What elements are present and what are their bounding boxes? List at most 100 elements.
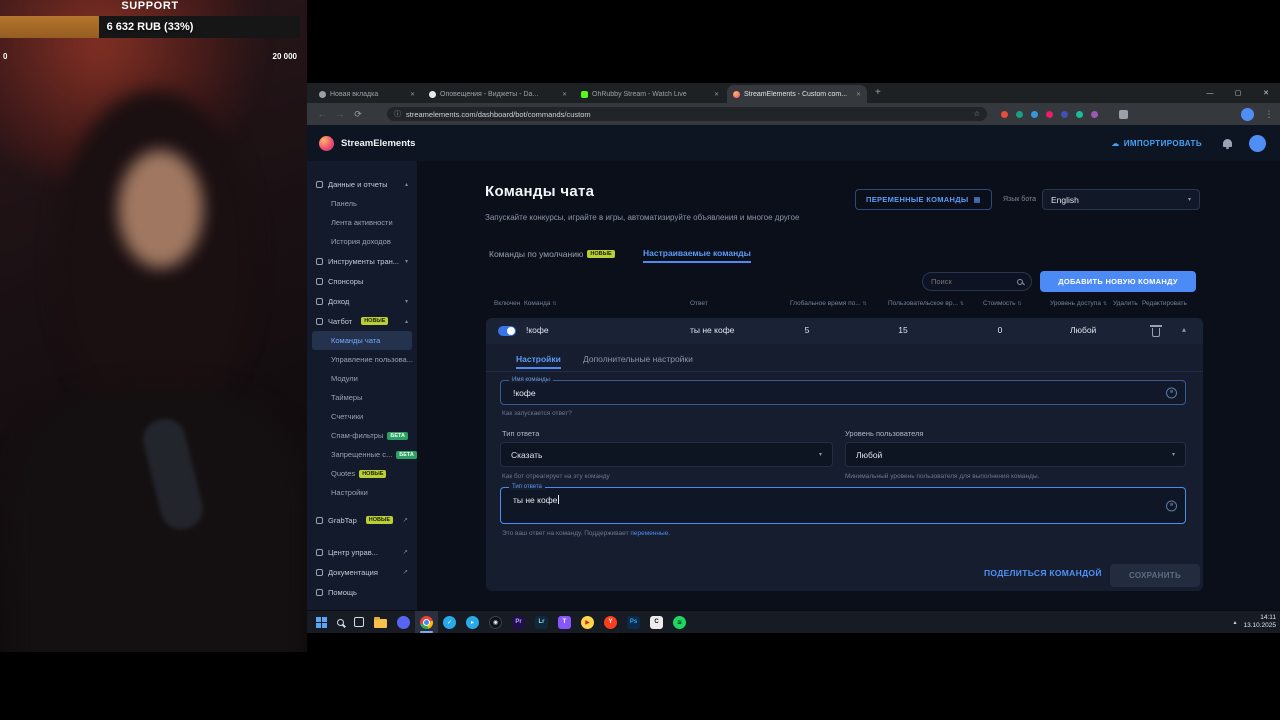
- extension-icon[interactable]: [1031, 110, 1038, 118]
- sidebar-item-sponsors[interactable]: Спонсоры: [307, 271, 417, 291]
- music-button[interactable]: ▶: [576, 611, 599, 633]
- start-button[interactable]: [311, 611, 332, 633]
- task-view-button[interactable]: [349, 611, 369, 633]
- file-explorer-button[interactable]: [369, 611, 392, 633]
- command-row[interactable]: !кофе ты не кофе 5 15 0 Любой ▴: [486, 318, 1203, 344]
- sidebar-item-banned-words[interactable]: Запрещенные с... БЕТА: [307, 445, 417, 464]
- column-header-access-level[interactable]: Уровень доступа ⇅: [1050, 300, 1107, 307]
- capcut-button[interactable]: C: [645, 611, 668, 633]
- sidebar-item-revenue-history[interactable]: История доходов: [307, 232, 417, 251]
- tab-close-icon[interactable]: ✕: [410, 91, 415, 98]
- sidebar-item-counters[interactable]: Счетчики: [307, 407, 417, 426]
- browser-profile-avatar[interactable]: [1241, 107, 1254, 121]
- new-tab-button[interactable]: +: [875, 86, 881, 100]
- search-input[interactable]: [931, 277, 1013, 286]
- editor-tab-settings[interactable]: Настройки: [516, 354, 561, 369]
- spotify-button[interactable]: ≋: [668, 611, 691, 633]
- messenger-button[interactable]: ✓: [438, 611, 461, 633]
- sidebar-item-stream-tools[interactable]: Инструменты тран... ▾: [307, 251, 417, 271]
- extension-icon[interactable]: [1016, 110, 1023, 118]
- window-minimize-button[interactable]: —: [1196, 83, 1224, 103]
- tab-default-commands[interactable]: Команды по умолчанию НОВЫЕ: [489, 245, 615, 263]
- address-bar[interactable]: ⓘ streamelements.com/dashboard/bot/comma…: [387, 107, 987, 121]
- reply-type-select[interactable]: Сказать ▾: [500, 442, 833, 467]
- tab-close-icon[interactable]: ✕: [562, 91, 567, 98]
- variables-link[interactable]: переменные.: [630, 530, 670, 537]
- sidebar-item-help[interactable]: Помощь: [307, 582, 417, 602]
- bookmark-star-icon[interactable]: ☆: [974, 110, 980, 118]
- obs-button[interactable]: ◉: [484, 611, 507, 633]
- twitch-button[interactable]: T: [553, 611, 576, 633]
- taskbar-clock[interactable]: 14:11 13.10.2025: [1243, 614, 1276, 630]
- sidebar-item-settings[interactable]: Настройки: [307, 483, 417, 502]
- back-icon[interactable]: ←: [313, 109, 331, 119]
- window-close-button[interactable]: ✕: [1252, 83, 1280, 103]
- browser-menu-icon[interactable]: ⋮: [1260, 109, 1278, 120]
- tab-close-icon[interactable]: ✕: [714, 91, 719, 98]
- discord-button[interactable]: [392, 611, 415, 633]
- reload-icon[interactable]: ⟳: [349, 109, 367, 120]
- command-response-field[interactable]: Тип ответа ты не кофе ≡: [500, 484, 1186, 524]
- photoshop-button[interactable]: Ps: [622, 611, 645, 633]
- sidebar-item-grabtap[interactable]: GrabTap НОВЫЕ ↗: [307, 510, 417, 530]
- insert-variable-icon[interactable]: ≡: [1166, 500, 1177, 511]
- site-info-icon[interactable]: ⓘ: [394, 109, 401, 119]
- window-maximize-button[interactable]: ▢: [1224, 83, 1252, 103]
- extension-icon[interactable]: [1076, 110, 1083, 118]
- bot-language-select[interactable]: English ▾: [1042, 189, 1200, 210]
- sidebar-item-spam-filters[interactable]: Спам-фильтры БЕТА: [307, 426, 417, 445]
- lightroom-button[interactable]: Lr: [530, 611, 553, 633]
- browser-tab-newtab[interactable]: Новая вкладка ✕: [313, 85, 421, 103]
- sidebar-item-docs[interactable]: Документация ↗: [307, 562, 417, 582]
- extension-icon[interactable]: [1001, 110, 1008, 118]
- import-button[interactable]: ☁ ИМПОРТИРОВАТЬ: [1111, 139, 1202, 148]
- extension-icon[interactable]: [1061, 110, 1068, 118]
- sidebar-item-revenue[interactable]: Доход ▾: [307, 291, 417, 311]
- share-command-button[interactable]: ПОДЕЛИТЬСЯ КОМАНДОЙ: [984, 568, 1102, 578]
- collapse-row-icon[interactable]: ▴: [1182, 325, 1186, 334]
- sidebar-label: Quotes: [331, 469, 356, 478]
- browser-tab-alerts[interactable]: Оповещения - Виджеты - Da... ✕: [423, 85, 573, 103]
- add-command-button[interactable]: ДОБАВИТЬ НОВУЮ КОМАНДУ: [1040, 271, 1196, 292]
- sidebar-item-chat-commands[interactable]: Команды чата: [312, 331, 412, 350]
- telegram-button[interactable]: ▸: [461, 611, 484, 633]
- sidebar-item-data-reports[interactable]: Данные и отчеты ▴: [307, 174, 417, 194]
- commands-search[interactable]: [922, 272, 1032, 291]
- extension-icon[interactable]: [1091, 110, 1098, 118]
- taskbar-search-button[interactable]: [332, 611, 349, 633]
- command-name-field[interactable]: Имя команды !кофе ≡: [500, 377, 1186, 405]
- sidebar-item-modules[interactable]: Модули: [307, 369, 417, 388]
- column-header-cost[interactable]: Стоимость ⇅: [983, 300, 1022, 307]
- forward-icon[interactable]: →: [331, 109, 349, 119]
- sidebar-item-user-management[interactable]: Управление пользова...: [307, 350, 417, 369]
- browser-tab-streamelements[interactable]: StreamElements - Custom com... ✕: [727, 85, 867, 103]
- tab-close-icon[interactable]: ✕: [856, 91, 861, 98]
- sidebar-item-control-center[interactable]: Центр управ... ↗: [307, 542, 417, 562]
- sidebar-item-panel[interactable]: Панель: [307, 194, 417, 213]
- extensions-menu-icon[interactable]: [1119, 109, 1128, 119]
- notifications-bell-icon[interactable]: [1223, 139, 1232, 149]
- chrome-button[interactable]: [415, 611, 438, 633]
- variables-commands-button[interactable]: ПЕРЕМЕННЫЕ КОМАНДЫ ▦: [855, 189, 992, 210]
- premiere-button[interactable]: Pr: [507, 611, 530, 633]
- hidden-icons-chevron[interactable]: ▴: [1233, 619, 1236, 626]
- sidebar-item-timers[interactable]: Таймеры: [307, 388, 417, 407]
- sidebar-item-chatbot[interactable]: Чатбот НОВЫЕ ▴: [307, 311, 417, 331]
- column-header-global-cooldown[interactable]: Глобальное время по... ⇅: [790, 300, 867, 307]
- column-header-user-cooldown[interactable]: Пользовательское вр... ⇅: [888, 300, 964, 307]
- delete-icon[interactable]: [1150, 325, 1162, 337]
- insert-variable-icon[interactable]: ≡: [1166, 387, 1177, 398]
- editor-tab-advanced[interactable]: Дополнительные настройки: [583, 354, 693, 364]
- user-avatar[interactable]: [1249, 134, 1266, 152]
- sidebar-item-quotes[interactable]: Quotes НОВЫЕ: [307, 464, 417, 483]
- extension-icon[interactable]: [1046, 110, 1053, 118]
- save-button[interactable]: СОХРАНИТЬ: [1110, 564, 1200, 587]
- reply-type-helper: Как бот отреагирует на эту команду: [502, 473, 610, 480]
- user-level-select[interactable]: Любой ▾: [845, 442, 1186, 467]
- browser-tab-stream[interactable]: OhRubby Stream - Watch Live ✕: [575, 85, 725, 103]
- yandex-browser-button[interactable]: Y: [599, 611, 622, 633]
- tab-custom-commands[interactable]: Настраиваемые команды: [643, 245, 751, 263]
- column-header-command[interactable]: Команда ⇅: [524, 300, 557, 307]
- sidebar-item-activity-feed[interactable]: Лента активности: [307, 213, 417, 232]
- command-enabled-toggle[interactable]: [498, 326, 516, 336]
